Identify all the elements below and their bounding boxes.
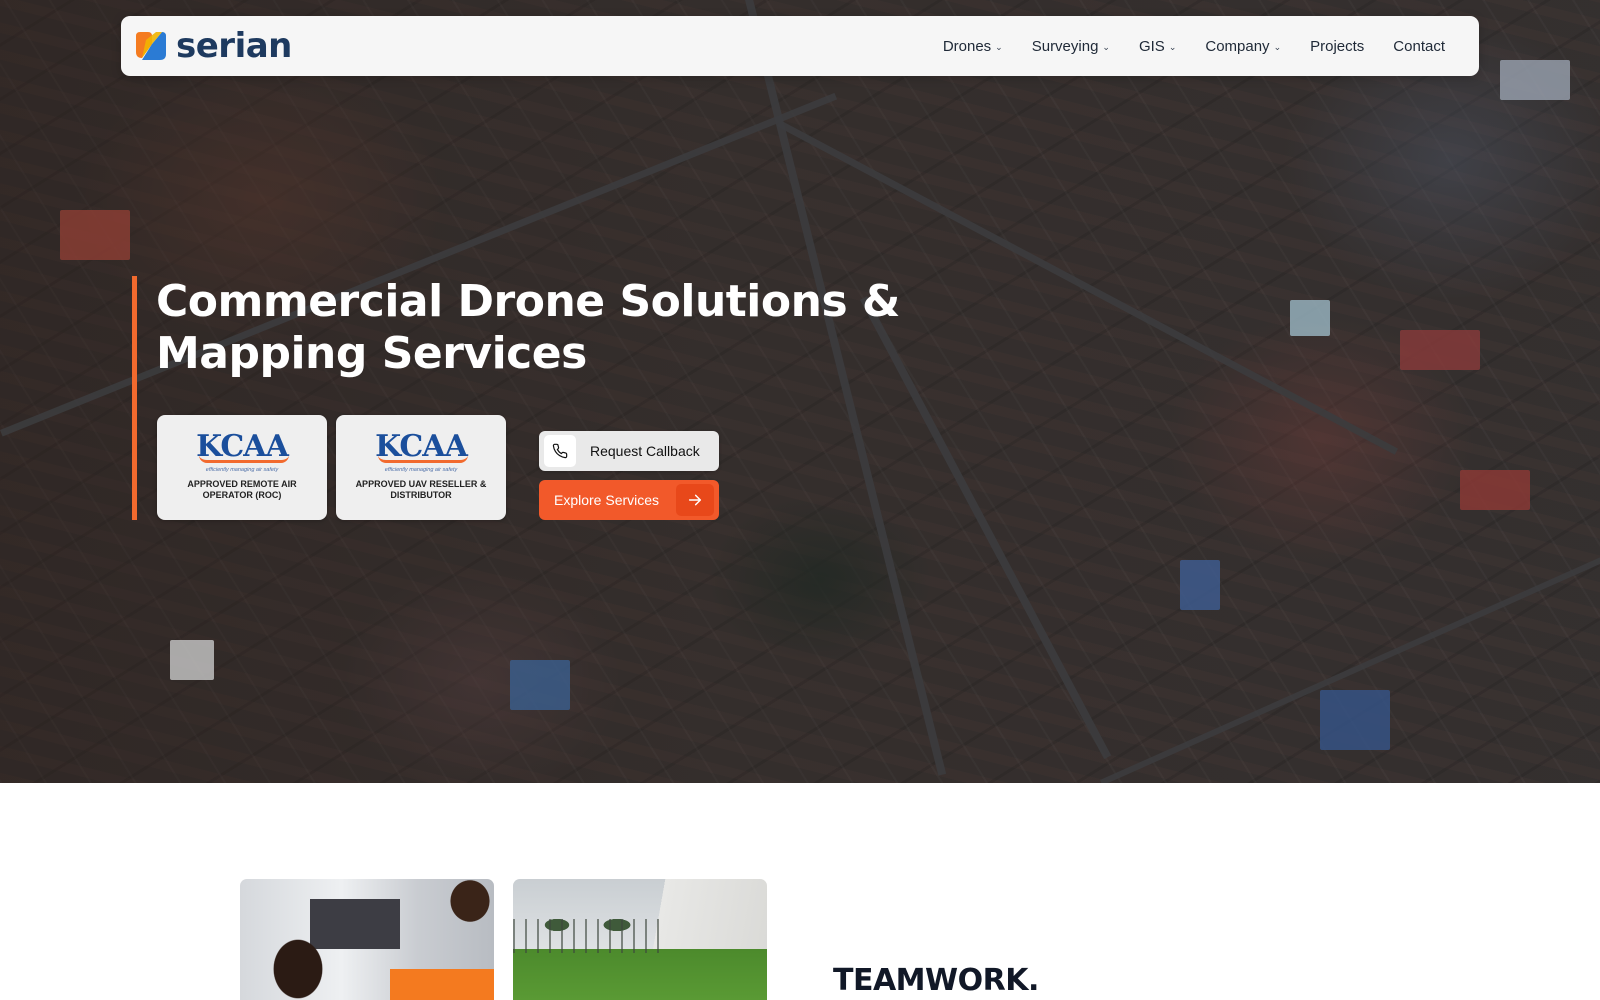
headline-accent-bar — [132, 276, 137, 520]
hero-building — [1180, 560, 1220, 610]
nav-item-surveying[interactable]: Surveying ⌄ — [1032, 38, 1110, 55]
chevron-down-icon: ⌄ — [995, 41, 1003, 52]
arrow-right-icon — [676, 484, 714, 516]
section-heading: TEAMWORK. — [833, 963, 1039, 998]
badge-label: APPROVED REMOTE AIR OPERATOR (ROC) — [187, 479, 297, 500]
hero-building — [60, 210, 130, 260]
nav-item-label: Company — [1205, 37, 1270, 55]
site-photo-lawn — [513, 879, 767, 1000]
brand-logo[interactable]: serian — [132, 26, 292, 66]
hero-building — [510, 660, 570, 710]
nav-item-projects[interactable]: Projects — [1310, 38, 1364, 55]
team-photo-drone — [240, 879, 494, 1000]
hero-building — [1320, 690, 1390, 750]
chevron-down-icon: ⌄ — [1168, 41, 1177, 52]
hero-building — [1290, 300, 1330, 336]
nav-item-label: GIS — [1138, 37, 1165, 55]
nav-item-label: Surveying — [1031, 37, 1099, 55]
chevron-down-icon: ⌄ — [1102, 41, 1110, 52]
brand-name: serian — [176, 26, 292, 66]
main-nav: Drones ⌄ Surveying ⌄ GIS ⌄ Company ⌄ Pro… — [914, 38, 1445, 55]
explore-services-button[interactable]: Explore Services — [539, 480, 719, 520]
hero-building — [1500, 60, 1570, 100]
hero-building — [170, 640, 214, 680]
nav-item-drones[interactable]: Drones ⌄ — [943, 38, 1003, 55]
phone-icon — [544, 435, 576, 467]
photo-fence — [513, 919, 663, 953]
hero-building — [1400, 330, 1480, 370]
swoosh-icon — [199, 455, 289, 463]
hero-section — [0, 0, 1600, 783]
nav-item-label: Drones — [942, 37, 992, 55]
kcaa-reseller-badge: KCAA efficiently managing air safety APP… — [336, 415, 506, 520]
request-callback-button[interactable]: Request Callback — [539, 431, 719, 471]
nav-item-label: Projects — [1310, 37, 1365, 55]
nav-item-contact[interactable]: Contact — [1393, 38, 1445, 55]
nav-item-label: Contact — [1393, 37, 1445, 55]
badge-label: APPROVED UAV RESELLER & DISTRIBUTOR — [355, 479, 487, 500]
top-navbar: serian Drones ⌄ Surveying ⌄ GIS ⌄ Compan… — [121, 16, 1479, 76]
kcaa-logo: KCAA — [157, 427, 327, 469]
hero-road — [0, 92, 838, 437]
hero-building — [1460, 470, 1530, 510]
kcaa-roc-badge: KCAA efficiently managing air safety APP… — [157, 415, 327, 520]
nav-item-company[interactable]: Company ⌄ — [1205, 38, 1281, 55]
chevron-down-icon: ⌄ — [1273, 41, 1282, 52]
logo-mark-icon — [132, 28, 168, 64]
nav-item-gis[interactable]: GIS ⌄ — [1139, 38, 1176, 55]
hero-headline: Commercial Drone Solutions & Mapping Ser… — [156, 276, 900, 379]
explore-services-label: Explore Services — [554, 492, 660, 508]
request-callback-label: Request Callback — [590, 443, 700, 459]
swoosh-icon — [378, 455, 468, 463]
kcaa-logo: KCAA — [336, 427, 506, 469]
